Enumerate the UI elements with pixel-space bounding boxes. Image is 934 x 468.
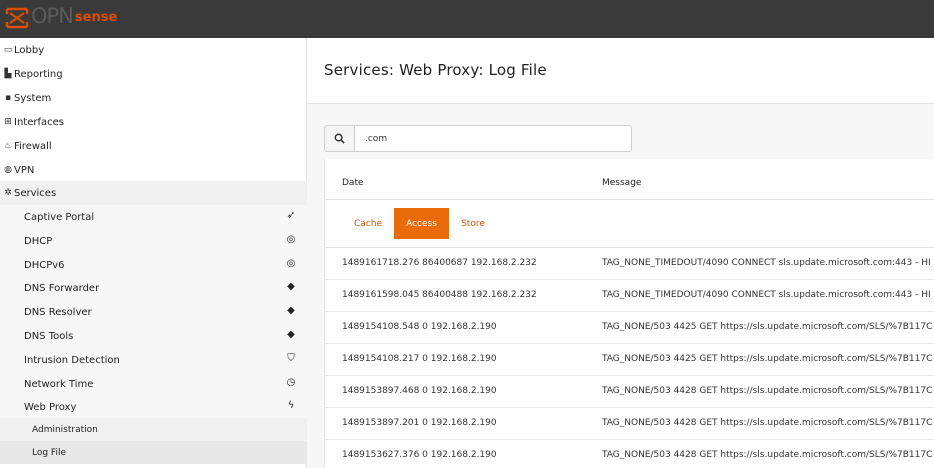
shield-icon: ⛉ <box>287 353 295 364</box>
row-message: TAG_NONE/503 4425 GET https://sls.update… <box>602 322 933 332</box>
computer-icon: ▪ <box>4 93 12 103</box>
table-row[interactable]: 1489153627.376 0 192.168.2.190 TAG_NONE/… <box>325 440 934 468</box>
sidebar-item-captive-portal[interactable]: Captive Portal ➶ <box>0 205 307 229</box>
sidebar-item-label: VPN <box>14 164 35 176</box>
sidebar-item-label: DHCP <box>24 235 53 247</box>
sidebar-item-label: DNS Resolver <box>24 306 92 318</box>
sidebar-item-lobby[interactable]: ▭ Lobby <box>0 38 307 62</box>
search-button[interactable] <box>324 125 355 152</box>
sidebar-item-label: Network Time <box>24 378 94 390</box>
row-message: TAG_NONE/503 4425 GET https://sls.update… <box>602 354 933 364</box>
logo-main-text: OPN <box>31 4 74 28</box>
sidebar-item-interfaces[interactable]: ⊞ Interfaces <box>0 110 307 134</box>
sidebar-item-firewall[interactable]: ♨ Firewall <box>0 134 307 158</box>
sidebar-item-dhcp[interactable]: DHCP ◎ <box>0 229 307 253</box>
row-date: 1489153627.376 0 192.168.2.190 <box>342 450 497 460</box>
bullseye-icon: ◎ <box>286 234 296 245</box>
search-input[interactable] <box>354 125 632 152</box>
logo-wordmark: OPN sense <box>31 5 117 31</box>
row-date: 1489154108.217 0 192.168.2.190 <box>342 354 497 364</box>
sidebar-item-label: Intrusion Detection <box>24 354 120 366</box>
sitemap-icon: ⊞ <box>4 117 12 127</box>
search-group <box>324 125 632 152</box>
sidebar-item-web-proxy[interactable]: Web Proxy ϟ <box>0 395 307 419</box>
sidebar-item-label: Firewall <box>14 140 52 152</box>
column-header-message[interactable]: Message <box>602 178 641 188</box>
paper-plane-icon: ➶ <box>286 210 296 221</box>
clock-icon: ◷ <box>286 377 296 388</box>
row-message: TAG_NONE/503 4428 GET https://sls.update… <box>602 418 933 428</box>
sidebar-item-label: DNS Forwarder <box>24 282 100 294</box>
sidebar-item-reporting[interactable]: ▙ Reporting <box>0 62 307 86</box>
page-header: Services: Web Proxy: Log File <box>307 38 934 104</box>
tags-icon: ◆ <box>287 305 295 316</box>
chart-icon: ▙ <box>4 69 12 79</box>
sidebar-item-label: DNS Tools <box>24 330 74 342</box>
log-table: Date Message Cache Access Store 14891617… <box>324 159 934 468</box>
sidebar-item-label: Lobby <box>14 44 45 56</box>
sidebar-item-dhcpv6[interactable]: DHCPv6 ◎ <box>0 253 307 277</box>
top-navbar: OPN sense <box>0 0 934 38</box>
sidebar-item-services[interactable]: ✲ Services <box>0 181 307 205</box>
sidebar-item-label: Interfaces <box>14 116 64 128</box>
sidebar-item-dns-resolver[interactable]: DNS Resolver ◆ <box>0 300 307 324</box>
globe-icon: ◍ <box>4 165 12 175</box>
row-date: 1489161598.045 86400488 192.168.2.232 <box>342 290 537 300</box>
table-row[interactable]: 1489154108.217 0 192.168.2.190 TAG_NONE/… <box>325 344 934 376</box>
sidebar-item-dns-forwarder[interactable]: DNS Forwarder ◆ <box>0 276 307 300</box>
table-row[interactable]: 1489154108.548 0 192.168.2.190 TAG_NONE/… <box>325 312 934 344</box>
row-message: TAG_NONE_TIMEDOUT/4090 CONNECT sls.updat… <box>602 258 931 268</box>
sidebar-item-log-file[interactable]: Log File <box>0 441 307 464</box>
sidebar-item-vpn[interactable]: ◍ VPN <box>0 158 307 182</box>
opnsense-logo-icon <box>5 7 29 29</box>
sidebar-item-system[interactable]: ▪ System <box>0 86 307 110</box>
tab-access[interactable]: Access <box>394 208 449 239</box>
sidebar-item-intrusion-detection[interactable]: Intrusion Detection ⛉ <box>0 348 307 372</box>
row-date: 1489153897.201 0 192.168.2.190 <box>342 418 497 428</box>
laptop-icon: ▭ <box>3 45 13 55</box>
column-header-date[interactable]: Date <box>342 178 364 188</box>
page-title: Services: Web Proxy: Log File <box>324 61 547 79</box>
sidebar-item-label: DHCPv6 <box>24 259 65 271</box>
sidebar-item-label: System <box>14 92 52 104</box>
sidebar-item-label: Log File <box>32 447 66 458</box>
opnsense-logo[interactable]: OPN sense <box>5 5 117 31</box>
row-message: TAG_NONE/503 4428 GET https://sls.update… <box>602 386 933 396</box>
row-message: TAG_NONE/503 4428 GET https://sls.update… <box>602 450 933 460</box>
sidebar-item-label: Reporting <box>14 68 63 80</box>
sidebar: ▭ Lobby ▙ Reporting ▪ System ⊞ Interface… <box>0 38 307 468</box>
sidebar-item-network-time[interactable]: Network Time ◷ <box>0 372 307 396</box>
cog-icon: ✲ <box>4 188 12 198</box>
row-message: TAG_NONE_TIMEDOUT/4090 CONNECT sls.updat… <box>602 290 931 300</box>
log-tabs: Cache Access Store <box>325 200 934 248</box>
table-row[interactable]: 1489161718.276 86400687 192.168.2.232 TA… <box>325 248 934 280</box>
tab-cache[interactable]: Cache <box>342 208 394 239</box>
sidebar-item-label: Administration <box>32 424 98 435</box>
search-icon <box>334 133 345 144</box>
row-date: 1489154108.548 0 192.168.2.190 <box>342 322 497 332</box>
logo-sub-text: sense <box>74 10 118 25</box>
main-content: Services: Web Proxy: Log File Date Messa… <box>307 38 934 468</box>
row-date: 1489153897.468 0 192.168.2.190 <box>342 386 497 396</box>
sidebar-item-dns-tools[interactable]: DNS Tools ◆ <box>0 324 307 348</box>
sidebar-item-label: Services <box>14 187 57 199</box>
tags-icon: ◆ <box>287 329 295 340</box>
fire-icon: ♨ <box>3 141 13 151</box>
sidebar-item-administration[interactable]: Administration <box>0 418 307 441</box>
bolt-icon: ϟ <box>287 400 295 411</box>
sidebar-item-label: Captive Portal <box>24 211 95 223</box>
sidebar-item-label: Web Proxy <box>24 401 77 413</box>
table-row[interactable]: 1489161598.045 86400488 192.168.2.232 TA… <box>325 280 934 312</box>
tags-icon: ◆ <box>287 281 295 292</box>
table-row[interactable]: 1489153897.201 0 192.168.2.190 TAG_NONE/… <box>325 408 934 440</box>
row-date: 1489161718.276 86400687 192.168.2.232 <box>342 258 537 268</box>
table-row[interactable]: 1489153897.468 0 192.168.2.190 TAG_NONE/… <box>325 376 934 408</box>
bullseye-icon: ◎ <box>286 258 296 269</box>
tab-store[interactable]: Store <box>449 208 497 239</box>
